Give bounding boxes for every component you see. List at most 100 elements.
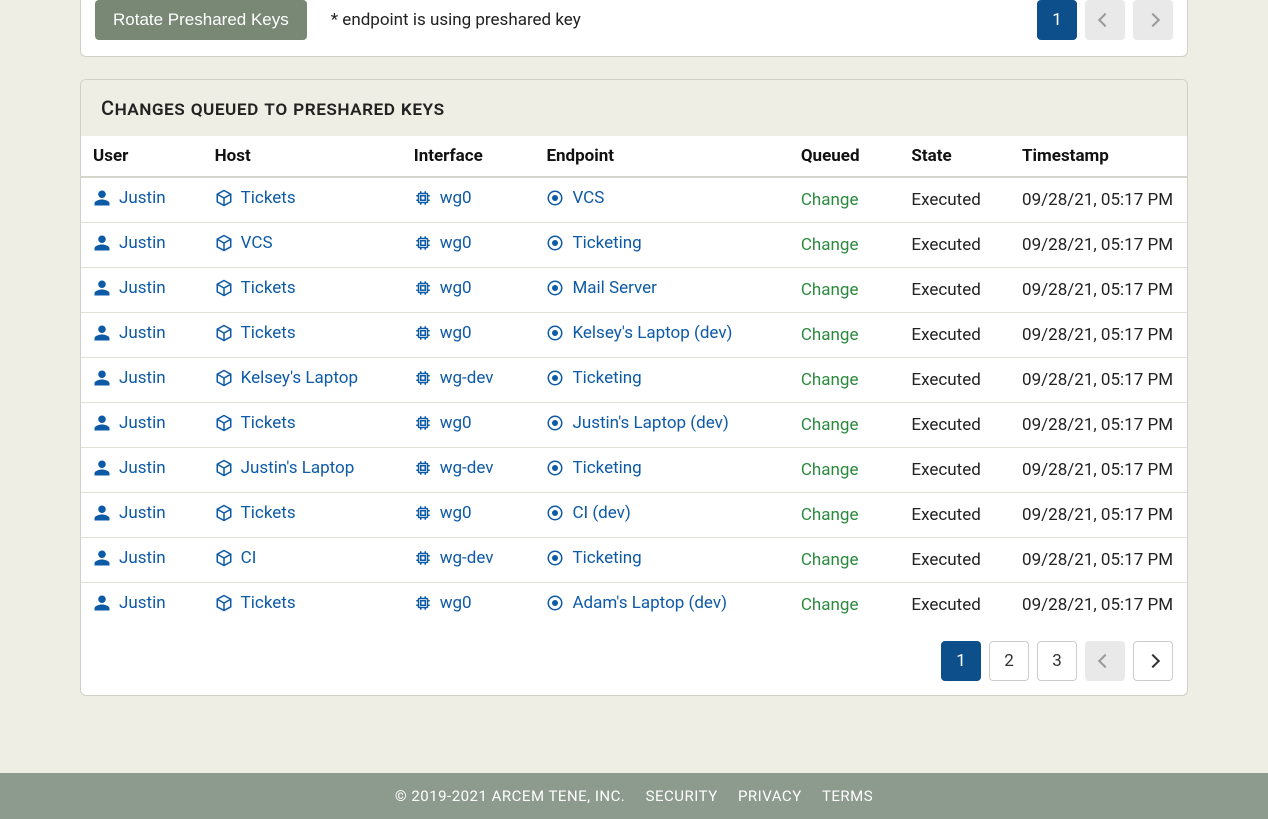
timestamp-text: 09/28/21, 05:17 PM [1022, 505, 1173, 525]
changes-pager-page-1[interactable]: 1 [941, 641, 981, 681]
interface-link[interactable]: wg0 [414, 323, 472, 343]
interface-link[interactable]: wg-dev [414, 458, 494, 478]
queued-link[interactable]: Change [801, 415, 859, 435]
host-link[interactable]: Kelsey's Laptop [215, 368, 358, 388]
timestamp-text: 09/28/21, 05:17 PM [1022, 325, 1173, 345]
endpoint-link[interactable]: Justin's Laptop (dev) [546, 413, 728, 433]
user-link[interactable]: Justin [93, 278, 166, 298]
person-icon [93, 459, 111, 477]
interface-link[interactable]: wg0 [414, 233, 472, 253]
host-link[interactable]: CI [215, 548, 257, 568]
state-text: Executed [911, 325, 980, 345]
state-text: Executed [911, 460, 980, 480]
chip-icon [414, 279, 432, 297]
user-link[interactable]: Justin [93, 593, 166, 613]
footer-link-security[interactable]: SECURITY [646, 787, 718, 805]
endpoint-link[interactable]: Ticketing [546, 233, 641, 253]
queued-link[interactable]: Change [801, 190, 859, 210]
chip-icon [414, 234, 432, 252]
state-text: Executed [911, 370, 980, 390]
host-link[interactable]: VCS [215, 233, 273, 253]
endpoint-link[interactable]: Ticketing [546, 458, 641, 478]
endpoint-label: Kelsey's Laptop (dev) [572, 323, 732, 343]
state-text: Executed [911, 550, 980, 570]
queued-link[interactable]: Change [801, 595, 859, 615]
table-row: JustinTicketswg0CI (dev)ChangeExecuted09… [81, 493, 1187, 538]
col-host: Host [203, 136, 402, 177]
queued-link[interactable]: Change [801, 550, 859, 570]
user-link[interactable]: Justin [93, 458, 166, 478]
queued-link[interactable]: Change [801, 235, 859, 255]
footer-link-privacy[interactable]: PRIVACY [738, 787, 802, 805]
endpoint-link[interactable]: Mail Server [546, 278, 657, 298]
queued-link[interactable]: Change [801, 370, 859, 390]
user-link[interactable]: Justin [93, 548, 166, 568]
chip-icon [414, 594, 432, 612]
person-icon [93, 549, 111, 567]
radio-icon [546, 234, 564, 252]
user-link[interactable]: Justin [93, 188, 166, 208]
queued-link[interactable]: Change [801, 325, 859, 345]
changes-pager-next[interactable] [1133, 641, 1173, 681]
endpoint-link[interactable]: VCS [546, 188, 604, 208]
chip-icon [414, 504, 432, 522]
changes-card-title: CHANGES QUEUED TO PRESHARED KEYS [81, 80, 1187, 136]
cube-icon [215, 549, 233, 567]
changes-pager-page-2[interactable]: 2 [989, 641, 1029, 681]
table-row: Justin Tickets wg0 Kelsey's Laptop (dev) Cha… [81, 313, 1187, 358]
endpoint-link[interactable]: Adam's Laptop (dev) [546, 593, 727, 613]
queued-link[interactable]: Change [801, 460, 859, 480]
radio-icon [546, 549, 564, 567]
endpoint-link[interactable]: Ticketing [546, 548, 641, 568]
chip-icon [414, 324, 432, 342]
changes-pager-page-3[interactable]: 3 [1037, 641, 1077, 681]
interface-link[interactable]: wg0 [414, 593, 472, 613]
user-link[interactable]: Justin [93, 503, 166, 523]
endpoint-link[interactable]: Kelsey's Laptop (dev) [546, 323, 732, 343]
user-link[interactable]: Justin [93, 413, 166, 433]
interface-link[interactable]: wg-dev [414, 368, 494, 388]
chevron-right-icon [1146, 654, 1160, 668]
host-link[interactable]: Tickets [215, 188, 296, 208]
interface-link[interactable]: wg0 [414, 188, 472, 208]
interface-label: wg-dev [440, 368, 494, 388]
person-icon [93, 594, 111, 612]
person-icon [93, 234, 111, 252]
host-link[interactable]: Justin's Laptop [215, 458, 355, 478]
preshared-key-note: * endpoint is using preshared key [331, 10, 581, 30]
user-link[interactable]: Justin [93, 323, 166, 343]
state-text: Executed [911, 595, 980, 615]
host-link[interactable]: Tickets [215, 593, 296, 613]
radio-icon [546, 324, 564, 342]
person-icon [93, 279, 111, 297]
top-pager: 1 [1037, 0, 1173, 40]
endpoint-link[interactable]: Ticketing [546, 368, 641, 388]
interface-link[interactable]: wg0 [414, 278, 472, 298]
chevron-left-icon [1098, 13, 1112, 27]
col-timestamp: Timestamp [1010, 136, 1187, 177]
host-label: CI [241, 548, 257, 568]
host-link[interactable]: Tickets [215, 413, 296, 433]
queued-link[interactable]: Change [801, 505, 859, 525]
footer-link-terms[interactable]: TERMS [822, 787, 873, 805]
rotate-preshared-keys-button[interactable]: Rotate Preshared Keys [95, 0, 307, 40]
state-text: Executed [911, 280, 980, 300]
interface-link[interactable]: wg-dev [414, 548, 494, 568]
host-link[interactable]: Tickets [215, 503, 296, 523]
host-link[interactable]: Tickets [215, 278, 296, 298]
state-text: Executed [911, 415, 980, 435]
user-link[interactable]: Justin [93, 368, 166, 388]
endpoint-label: CI (dev) [572, 503, 630, 523]
queued-link[interactable]: Change [801, 280, 859, 300]
col-interface: Interface [402, 136, 535, 177]
table-row: JustinTicketswg0VCSChangeExecuted09/28/2… [81, 177, 1187, 223]
interface-link[interactable]: wg0 [414, 413, 472, 433]
interface-link[interactable]: wg0 [414, 503, 472, 523]
endpoint-link[interactable]: CI (dev) [546, 503, 630, 523]
cube-icon [215, 324, 233, 342]
top-pager-page-1[interactable]: 1 [1037, 0, 1077, 40]
col-queued: Queued [789, 136, 900, 177]
user-link[interactable]: Justin [93, 233, 166, 253]
host-link[interactable]: Tickets [215, 323, 296, 343]
chip-icon [414, 549, 432, 567]
